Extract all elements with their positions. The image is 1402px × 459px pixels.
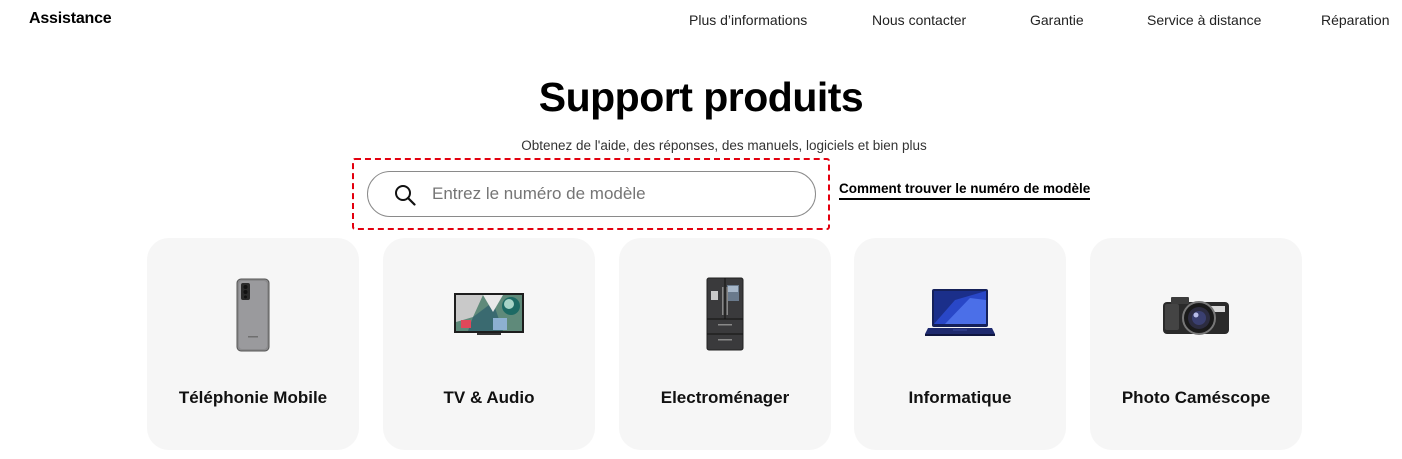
category-label: TV & Audio (443, 388, 535, 407)
category-label: Téléphonie Mobile (178, 388, 328, 407)
search-icon[interactable] (394, 184, 416, 206)
category-label: Electroménager (660, 388, 790, 407)
category-label: Informatique (908, 388, 1012, 407)
how-to-find-model-link[interactable]: Comment trouver le numéro de modèle (839, 181, 1091, 200)
nav-reparation[interactable]: Réparation (1321, 12, 1390, 28)
category-card-electromenager[interactable]: Electroménager (619, 238, 831, 450)
nav-service-distance[interactable]: Service à distance (1147, 12, 1261, 28)
fridge-icon (706, 277, 744, 351)
nav-nous-contacter[interactable]: Nous contacter (872, 12, 966, 28)
camera-icon (1163, 297, 1229, 335)
laptop-icon (925, 289, 995, 336)
category-card-mobile[interactable]: Téléphonie Mobile (147, 238, 359, 450)
page-subtitle: Obtenez de l'aide, des réponses, des man… (521, 138, 927, 153)
brand-title[interactable]: Assistance (29, 10, 112, 28)
category-card-tv-audio[interactable]: TV & Audio (383, 238, 595, 450)
page-title: Support produits (538, 74, 864, 120)
smartphone-icon (236, 278, 270, 352)
model-number-input[interactable] (432, 182, 802, 206)
model-search-box[interactable] (367, 171, 816, 217)
category-card-informatique[interactable]: Informatique (854, 238, 1066, 450)
category-card-photo-camescope[interactable]: Photo Caméscope (1090, 238, 1302, 450)
tv-icon (454, 293, 524, 335)
category-label: Photo Caméscope (1121, 388, 1271, 407)
nav-plus-informations[interactable]: Plus d’informations (689, 12, 807, 28)
nav-garantie[interactable]: Garantie (1030, 12, 1084, 28)
top-bar: Assistance Plus d’informations Nous cont… (0, 0, 1402, 40)
